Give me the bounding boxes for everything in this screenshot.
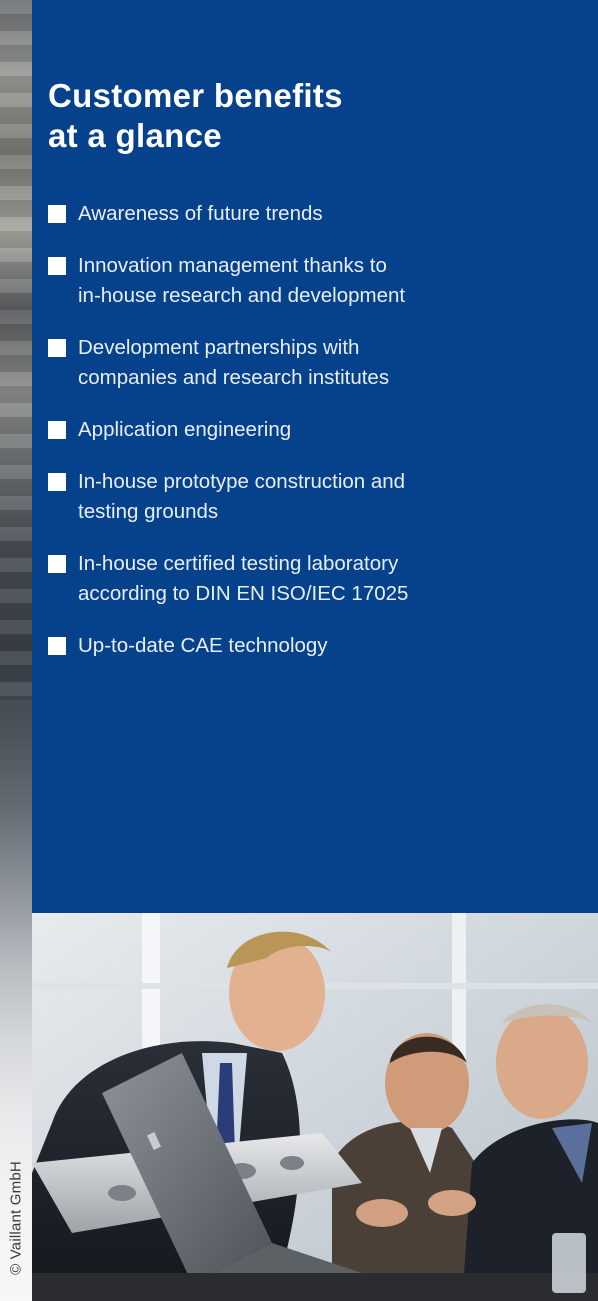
copyright-note: © Vaillant GmbH [7,1161,25,1275]
meeting-photo [32,913,598,1301]
benefit-line: In-house prototype construction and [78,470,406,493]
benefit-line: Application engineering [78,418,292,441]
square-bullet-icon [48,555,66,573]
title-line-2: at a glance [48,117,222,154]
left-photo-strip: © Vaillant GmbH [0,0,32,1301]
benefit-item: In-house prototype construction and test… [48,467,548,527]
square-bullet-icon [48,257,66,275]
benefit-line: in-house research and development [78,284,406,307]
benefit-line: according to DIN EN ISO/IEC 17025 [78,582,409,605]
benefit-line: Innovation management thanks to [78,254,387,277]
benefit-item: Application engineering [48,415,548,445]
square-bullet-icon [48,473,66,491]
benefit-item: Innovation management thanks to in-house… [48,251,548,311]
square-bullet-icon [48,339,66,357]
title-line-1: Customer benefits [48,77,343,114]
benefit-line: Up-to-date CAE technology [78,634,328,657]
benefit-line: Development partnerships with [78,336,360,359]
square-bullet-icon [48,205,66,223]
benefit-item: In-house certified testing laboratory ac… [48,549,548,609]
benefit-item: Development partnerships with companies … [48,333,548,393]
page-title: Customer benefits at a glance [48,76,548,156]
benefit-item: Awareness of future trends [48,199,548,229]
benefits-list: Awareness of future trends Innovation ma… [48,199,548,683]
benefit-line: In-house certified testing laboratory [78,552,399,575]
square-bullet-icon [48,637,66,655]
square-bullet-icon [48,421,66,439]
benefit-item: Up-to-date CAE technology [48,631,548,661]
benefit-line: testing grounds [78,500,219,523]
benefit-line: Awareness of future trends [78,202,323,225]
benefit-line: companies and research institutes [78,366,390,389]
photo-strip-texture [0,0,32,700]
